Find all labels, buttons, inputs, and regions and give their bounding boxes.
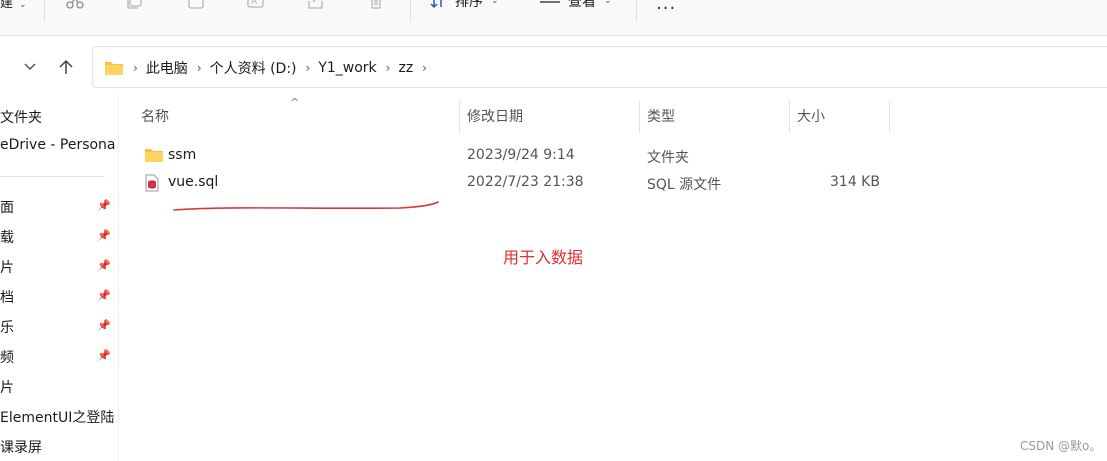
sidebar-item-videos[interactable]: 频	[0, 347, 14, 367]
sort-label: 排序	[455, 0, 483, 10]
pin-icon: 📌	[97, 319, 111, 332]
view-button[interactable]: 查看 ⌄	[540, 0, 612, 11]
pin-icon: 📌	[97, 199, 111, 212]
watermark: CSDN @默o。	[1020, 439, 1102, 453]
recent-locations-button[interactable]	[18, 55, 42, 79]
view-icon	[540, 1, 560, 3]
column-header-type[interactable]: 类型	[639, 103, 789, 133]
rename-icon[interactable]: A	[245, 0, 267, 11]
breadcrumb-y1-work[interactable]: Y1_work	[318, 60, 376, 76]
cut-icon[interactable]	[64, 0, 86, 11]
column-header-size[interactable]: 大小	[789, 103, 889, 133]
folder-icon	[145, 149, 163, 162]
sidebar-item-folder[interactable]: 文件夹	[0, 107, 42, 127]
view-label: 查看	[568, 0, 596, 10]
sidebar-item-desktop[interactable]: 面	[0, 197, 14, 217]
pin-icon: 📌	[97, 289, 111, 302]
sidebar-item-recordings[interactable]: 课录屏	[0, 437, 42, 457]
sidebar-item-pictures[interactable]: 片	[0, 257, 14, 277]
chevron-down-icon: ⌄	[604, 0, 612, 6]
delete-icon[interactable]	[365, 0, 387, 11]
share-icon[interactable]	[305, 0, 327, 11]
chevron-down-icon: ⌄	[19, 0, 27, 10]
file-modified: 2022/7/23 21:38	[467, 174, 584, 190]
chevron-right-icon[interactable]: ›	[197, 61, 202, 75]
red-underline-scribble	[173, 201, 439, 211]
command-bar: 建 ⌄ A 排序 ⌄ 查看 ⌄ ···	[0, 0, 1107, 36]
sidebar-divider	[0, 176, 105, 177]
column-header-modified[interactable]: 修改日期	[459, 103, 639, 133]
sidebar-item-onedrive[interactable]: eDrive - Persona	[0, 137, 116, 153]
folder-icon	[105, 62, 123, 75]
file-name: ssm	[168, 147, 197, 163]
pin-icon: 📌	[97, 349, 111, 362]
sidebar-item-documents[interactable]: 档	[0, 287, 14, 307]
new-button-label: 建	[0, 0, 14, 11]
chevron-right-icon[interactable]: ›	[133, 61, 138, 75]
file-row-vue-sql[interactable]: vue.sql 2022/7/23 21:38 SQL 源文件 314 KB	[138, 170, 893, 196]
file-size: 314 KB	[830, 174, 880, 190]
sort-icon	[430, 0, 442, 8]
breadcrumb-drive-d[interactable]: 个人资料 (D:)	[210, 58, 297, 78]
column-divider[interactable]	[889, 100, 890, 133]
paste-icon[interactable]	[185, 0, 207, 11]
address-bar[interactable]: › 此电脑 › 个人资料 (D:) › Y1_work › zz ›	[92, 46, 1107, 88]
chevron-right-icon[interactable]: ›	[422, 61, 427, 75]
file-type: SQL 源文件	[647, 177, 722, 193]
sql-file-icon	[145, 174, 159, 192]
sidebar-item-downloads[interactable]: 载	[0, 227, 14, 247]
breadcrumb-zz[interactable]: zz	[398, 60, 413, 76]
copy-icon[interactable]	[125, 0, 147, 11]
file-row-ssm[interactable]: ssm 2023/9/24 9:14 文件夹	[138, 143, 893, 169]
chevron-down-icon	[24, 63, 36, 71]
file-name: vue.sql	[168, 174, 219, 190]
toolbar-separator	[410, 0, 411, 22]
chevron-right-icon[interactable]: ›	[386, 61, 391, 75]
file-type: 文件夹	[647, 150, 689, 166]
chevron-right-icon[interactable]: ›	[306, 61, 311, 75]
more-options-button[interactable]: ···	[656, 0, 676, 19]
sidebar-item-music[interactable]: 乐	[0, 317, 14, 337]
sort-button[interactable]: 排序 ⌄	[429, 0, 499, 11]
new-button[interactable]: 建 ⌄	[0, 0, 27, 11]
pin-icon: 📌	[97, 259, 111, 272]
annotation-text: 用于入数据	[503, 248, 584, 267]
column-header-name[interactable]: 名称	[133, 103, 459, 133]
breadcrumb-this-pc[interactable]: 此电脑	[146, 58, 188, 78]
toolbar-separator	[636, 0, 637, 22]
pane-divider	[118, 95, 119, 461]
toolbar-separator	[44, 0, 45, 22]
pin-icon: 📌	[97, 229, 111, 242]
arrow-up-icon	[59, 59, 73, 74]
sidebar-item-elementui-login[interactable]: ElementUI之登陆	[0, 407, 114, 427]
sidebar-item-pictures-2[interactable]: 片	[0, 377, 14, 397]
chevron-down-icon: ⌄	[491, 0, 499, 6]
svg-text:A: A	[251, 0, 258, 7]
up-button[interactable]	[54, 55, 78, 79]
navigation-pane: 文件夹 eDrive - Persona 面 📌 载 📌 片 📌 档 📌 乐 📌…	[0, 95, 118, 461]
breadcrumb: › 此电脑 › 个人资料 (D:) › Y1_work › zz ›	[133, 58, 435, 78]
file-modified: 2023/9/24 9:14	[467, 147, 575, 163]
